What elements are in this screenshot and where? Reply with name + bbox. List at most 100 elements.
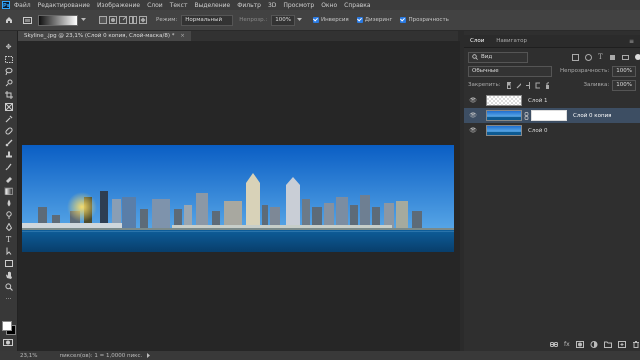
quick-select-tool-icon[interactable] xyxy=(4,79,13,87)
add-mask-icon[interactable] xyxy=(575,341,584,348)
layer-mask-thumbnail[interactable] xyxy=(531,110,567,121)
gradient-swatch[interactable] xyxy=(38,14,78,26)
crop-tool-icon[interactable] xyxy=(4,91,13,99)
skyline-image[interactable] xyxy=(22,145,454,252)
document-tab-bar: Skyline_.jpg @ 23,1% (Слой 0 копия, Слой… xyxy=(18,31,458,41)
fill-input[interactable]: 100% xyxy=(612,79,636,91)
zoom-level[interactable]: 23,1% xyxy=(20,353,37,359)
hand-tool-icon[interactable] xyxy=(4,271,13,279)
marquee-tool-icon[interactable] xyxy=(4,55,13,63)
dithering-checkbox[interactable]: Дизеринг xyxy=(356,17,392,23)
dodge-tool-icon[interactable] xyxy=(4,211,13,219)
healing-brush-tool-icon[interactable] xyxy=(4,127,13,135)
more-tools-icon[interactable]: ··· xyxy=(4,295,13,303)
type-tool-icon[interactable]: T xyxy=(4,235,13,244)
foreground-color-swatch[interactable] xyxy=(2,321,12,331)
fill-label: Заливка: xyxy=(583,82,610,88)
layer-style-icon[interactable]: fx xyxy=(564,341,570,348)
history-brush-tool-icon[interactable] xyxy=(4,163,13,171)
menu-window[interactable]: Окно xyxy=(321,2,337,9)
layer-opacity-input[interactable]: 100% xyxy=(612,65,636,77)
adjustment-layer-icon[interactable] xyxy=(590,341,598,348)
menu-text[interactable]: Текст xyxy=(170,2,188,9)
move-tool-icon[interactable]: ✥ xyxy=(4,43,13,51)
menu-3d[interactable]: 3D xyxy=(268,2,276,9)
linear-gradient-icon[interactable] xyxy=(98,15,108,25)
filter-smart-object-icon[interactable] xyxy=(621,54,629,61)
layer-row-sloi-0-kopiya[interactable]: 👁 Слой 0 копия xyxy=(464,108,640,123)
frame-tool-icon[interactable] xyxy=(4,103,13,111)
path-selection-tool-icon[interactable] xyxy=(4,247,13,255)
filter-adjustment-icon[interactable] xyxy=(585,53,592,61)
options-bar: Режим: Нормальный Непрозр.: 100% Инверси… xyxy=(0,10,640,31)
chevron-down-icon[interactable] xyxy=(295,15,305,25)
filter-toggle-icon[interactable] xyxy=(634,54,640,60)
new-group-icon[interactable] xyxy=(603,341,612,348)
layer-name[interactable]: Слой 0 копия xyxy=(573,113,611,119)
radial-gradient-icon[interactable] xyxy=(108,15,118,25)
eyedropper-tool-icon[interactable] xyxy=(4,115,13,123)
status-bar: 23,1% пиксел(ов): 1 = 1,0000 пикс. xyxy=(0,351,640,360)
checkbox-checked-icon xyxy=(312,17,319,23)
chain-link-icon[interactable] xyxy=(524,111,529,120)
new-layer-icon[interactable] xyxy=(617,341,626,348)
gradient-tool-icon[interactable] xyxy=(4,187,13,195)
inversion-checkbox[interactable]: Инверсия xyxy=(312,17,349,23)
menu-view[interactable]: Просмотр xyxy=(283,2,314,9)
chevron-down-icon[interactable] xyxy=(78,15,88,25)
trash-icon[interactable] xyxy=(632,341,640,348)
clone-stamp-tool-icon[interactable] xyxy=(4,151,13,159)
lasso-tool-icon[interactable] xyxy=(4,67,13,75)
pen-tool-icon[interactable] xyxy=(4,223,13,231)
lock-transparent-icon[interactable] xyxy=(506,81,512,89)
blur-tool-icon[interactable] xyxy=(4,199,13,207)
tab-layers[interactable]: Слои xyxy=(464,38,490,44)
filter-pixel-icon[interactable] xyxy=(572,53,579,61)
layer-name[interactable]: Слой 1 xyxy=(528,98,548,104)
close-icon[interactable]: × xyxy=(180,33,185,39)
filter-type-icon[interactable]: T xyxy=(598,53,603,61)
zoom-tool-icon[interactable] xyxy=(4,283,13,291)
home-icon[interactable] xyxy=(4,15,14,25)
menu-edit[interactable]: Редактирование xyxy=(38,2,90,9)
visibility-eye-icon[interactable]: 👁 xyxy=(468,97,478,104)
chevron-right-icon[interactable] xyxy=(146,353,151,358)
panel-menu-icon[interactable]: ≡ xyxy=(629,38,634,45)
brush-tool-icon[interactable] xyxy=(4,139,13,147)
opacity-input[interactable]: 100% xyxy=(271,14,295,26)
mode-value: Нормальный xyxy=(185,16,223,23)
diamond-gradient-icon[interactable] xyxy=(138,15,148,25)
visibility-eye-icon[interactable]: 👁 xyxy=(468,127,478,134)
layer-opacity-label: Непрозрачность: xyxy=(559,68,610,74)
menu-select[interactable]: Выделение xyxy=(194,2,230,9)
filter-shape-icon[interactable] xyxy=(609,54,616,61)
link-layers-icon[interactable] xyxy=(550,341,558,348)
lock-position-icon[interactable] xyxy=(525,81,531,89)
rectangle-tool-icon[interactable] xyxy=(4,259,13,267)
menu-help[interactable]: Справка xyxy=(344,2,370,9)
menu-image[interactable]: Изображение xyxy=(97,2,140,9)
document-info[interactable]: пиксел(ов): 1 = 1,0000 пикс. xyxy=(59,353,142,359)
menu-file[interactable]: Файл xyxy=(14,2,31,9)
eraser-tool-icon[interactable] xyxy=(4,175,13,183)
blend-mode-dropdown[interactable]: Обычные xyxy=(468,65,552,77)
layer-filter-dropdown[interactable]: Вид xyxy=(468,51,528,63)
transparency-checkbox[interactable]: Прозрачность xyxy=(400,17,449,23)
menu-filter[interactable]: Фильтр xyxy=(237,2,261,9)
panel-tabs: Слои Навигатор ≡ xyxy=(464,35,640,48)
quick-mask-icon[interactable] xyxy=(3,339,13,346)
layer-row-sloi-0[interactable]: 👁 Слой 0 xyxy=(464,123,640,138)
lock-all-icon[interactable] xyxy=(545,81,550,89)
layer-row-sloi-1[interactable]: 👁 Слой 1 xyxy=(464,93,640,108)
visibility-eye-icon[interactable]: 👁 xyxy=(468,112,478,119)
lock-pixels-icon[interactable] xyxy=(516,82,521,89)
menu-layers[interactable]: Слои xyxy=(147,2,163,9)
document-tab[interactable]: Skyline_.jpg @ 23,1% (Слой 0 копия, Слой… xyxy=(18,31,191,41)
mode-dropdown[interactable]: Нормальный xyxy=(181,14,234,26)
tab-navigator[interactable]: Навигатор xyxy=(490,38,533,44)
lock-artboard-icon[interactable] xyxy=(535,82,540,89)
reflected-gradient-icon[interactable] xyxy=(128,15,138,25)
angle-gradient-icon[interactable] xyxy=(118,15,128,25)
gradient-tool-preset-icon[interactable] xyxy=(22,15,32,25)
layer-name[interactable]: Слой 0 xyxy=(528,128,548,134)
